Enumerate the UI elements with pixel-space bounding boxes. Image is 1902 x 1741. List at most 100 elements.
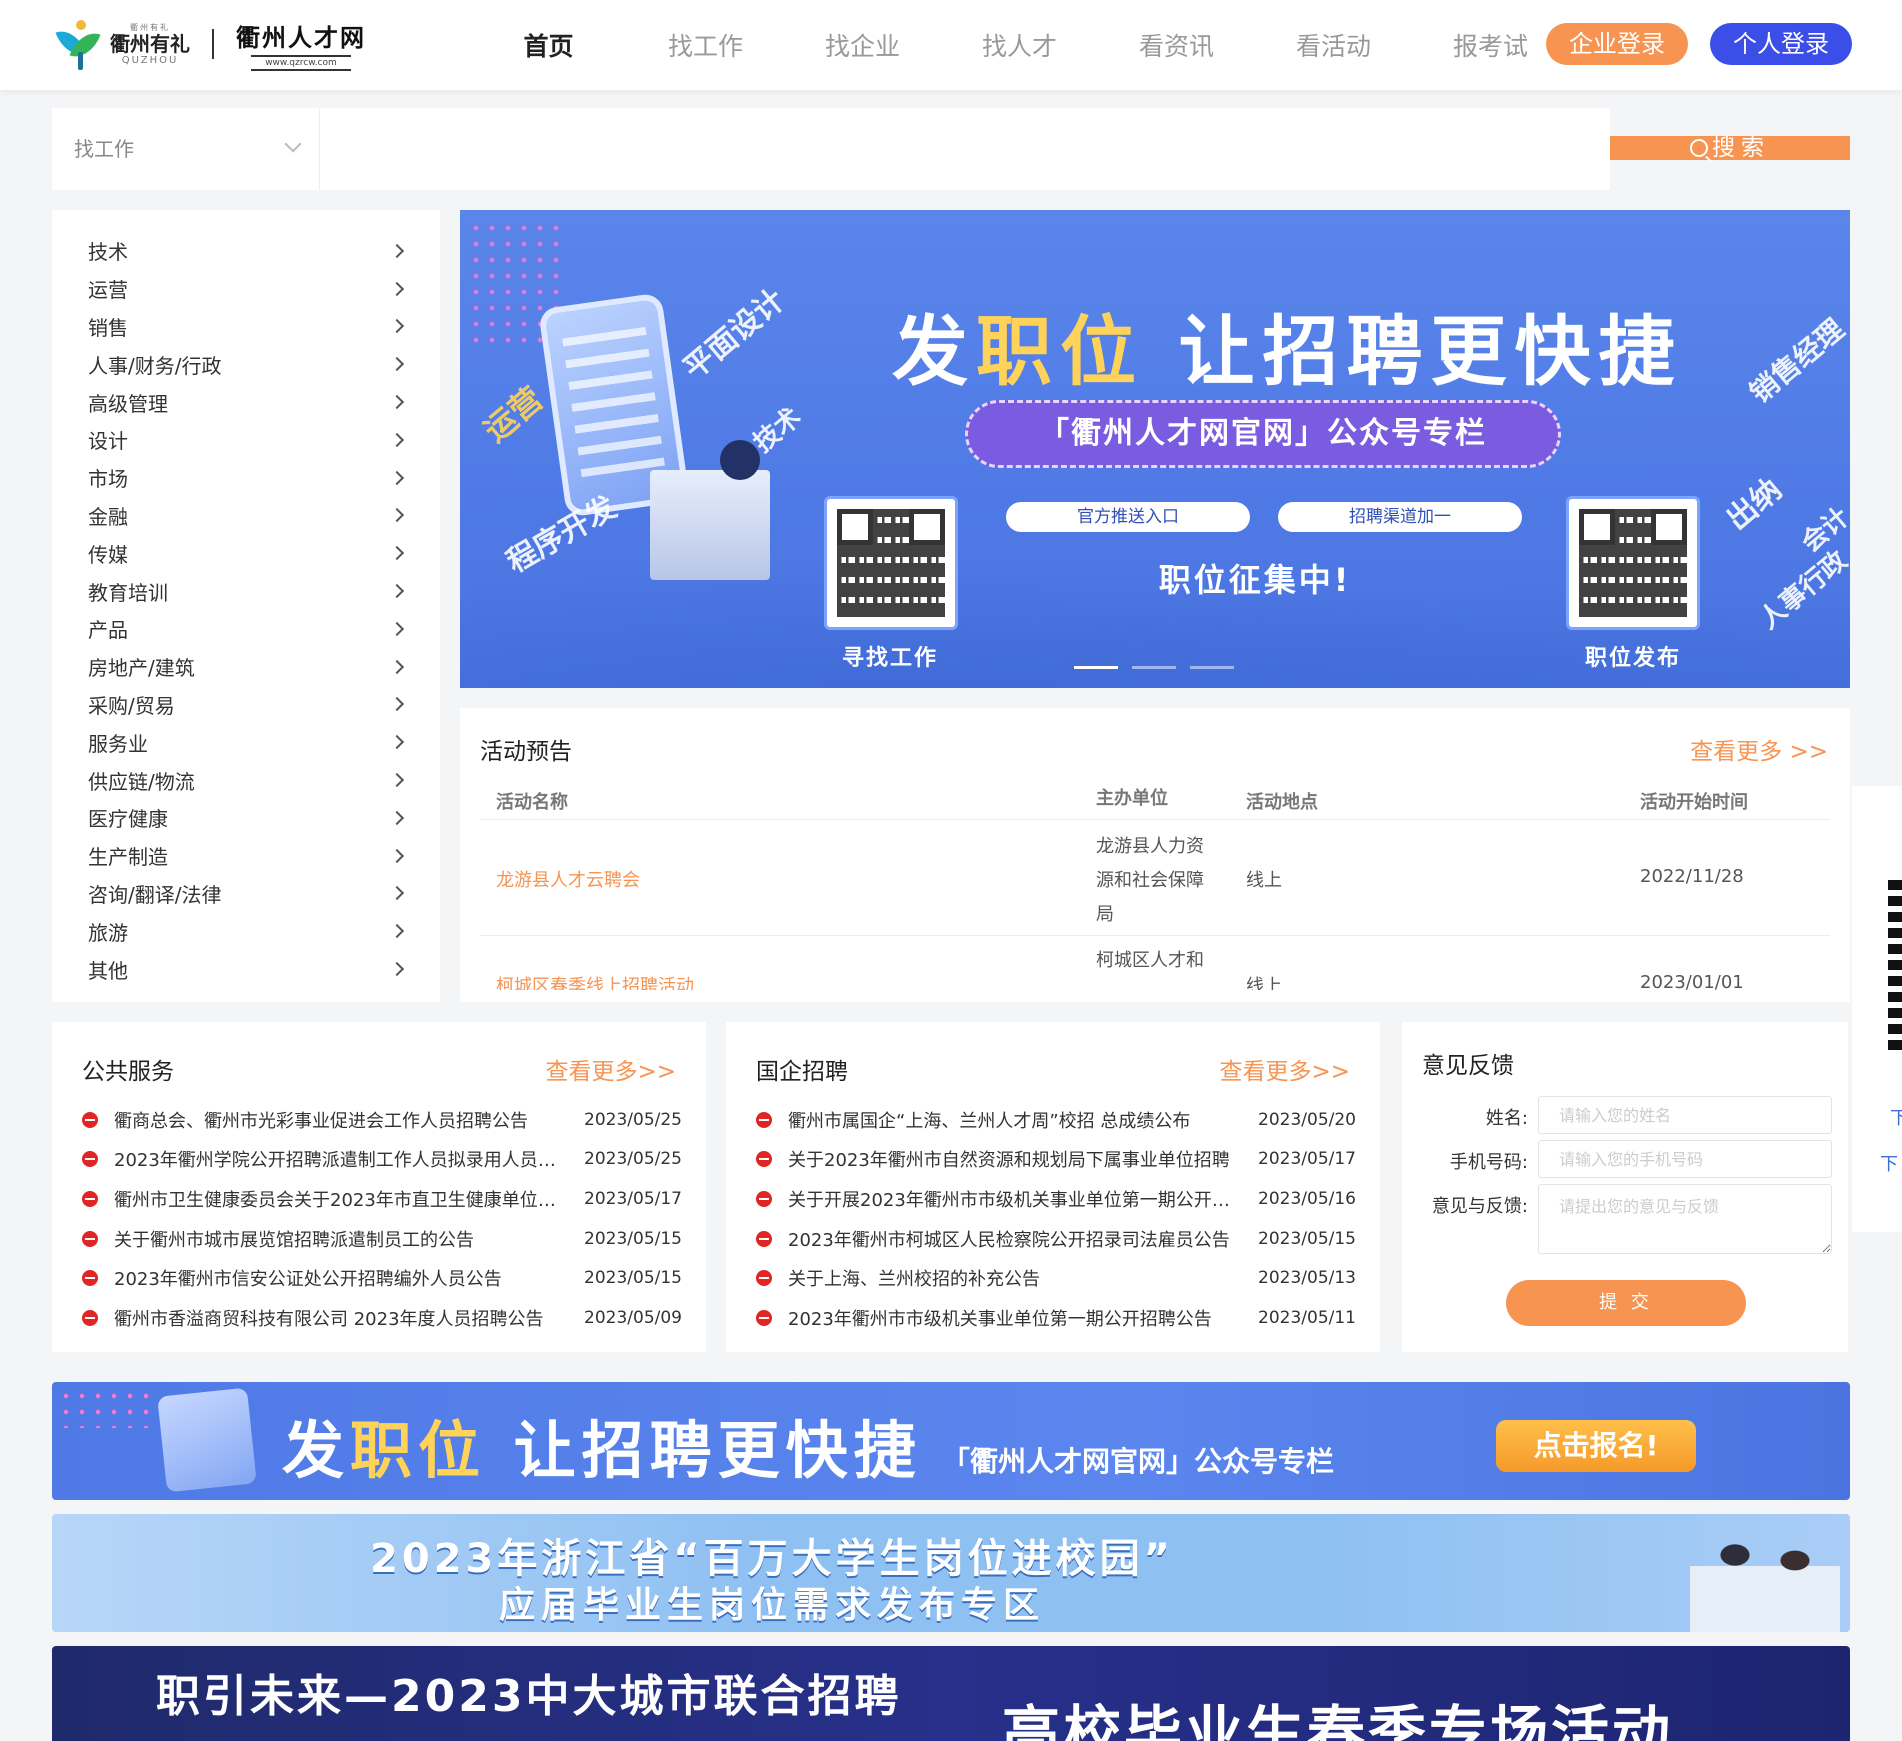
new-badge-icon — [82, 1151, 98, 1168]
new-badge-icon — [82, 1111, 98, 1128]
news-title[interactable]: 2023年衢州市市级机关事业单位第一期公开招聘公告 — [788, 1305, 1230, 1331]
sidebar-category-item[interactable]: 咨询/翻译/法律 — [52, 875, 440, 913]
sidebar-category-item[interactable]: 服务业 — [52, 723, 440, 761]
carousel-dot[interactable] — [1132, 666, 1176, 669]
sidebar-category-item[interactable]: 房地产/建筑 — [52, 648, 440, 686]
sidebar-category-item[interactable]: 采购/贸易 — [52, 686, 440, 724]
list-item[interactable]: 关于2023年衢州市自然资源和规划局下属事业单位招聘 2023/05/17 — [756, 1140, 1356, 1180]
nav-find-company[interactable]: 找企业 — [784, 0, 941, 90]
public-service-more-link[interactable]: 查看更多>> — [545, 1052, 676, 1086]
float-download-text[interactable]: 下 — [1890, 1104, 1902, 1130]
news-title[interactable]: 关于2023年衢州市自然资源和规划局下属事业单位招聘 — [788, 1146, 1230, 1172]
news-title[interactable]: 2023年衢州市信安公证处公开招聘编外人员公告 — [114, 1265, 556, 1291]
company-login-button[interactable]: 企业登录 — [1546, 23, 1688, 65]
new-badge-icon — [756, 1230, 772, 1247]
phone-input[interactable] — [1538, 1140, 1832, 1178]
news-title[interactable]: 关于开展2023年衢州市市级机关事业单位第一期公开招聘 — [788, 1186, 1230, 1212]
news-title[interactable]: 衢州市属国企“上海、兰州人才周”校招 总成绩公布 — [788, 1107, 1230, 1133]
list-item[interactable]: 衢商总会、衢州市光彩事业促进会工作人员招聘公告 2023/05/25 — [82, 1100, 682, 1140]
list-item[interactable]: 衢州市卫生健康委员会关于2023年市直卫生健康单位公开招聘 2023/05/17 — [82, 1179, 682, 1219]
chevron-right-icon — [389, 470, 405, 485]
hero-banner[interactable]: 平面设计 运营 技术 程序开发 销售经理 出纳 会计 人事行政 发职位 让招聘更… — [460, 210, 1850, 688]
search-input[interactable] — [322, 108, 1592, 190]
banner-tag-channel: 招聘渠道加一 — [1278, 502, 1522, 532]
list-item[interactable]: 关于开展2023年衢州市市级机关事业单位第一期公开招聘 2023/05/16 — [756, 1179, 1356, 1219]
carousel-dot[interactable] — [1190, 666, 1234, 669]
soe-recruitment-panel: 国企招聘 查看更多>> 衢州市属国企“上海、兰州人才周”校招 总成绩公布 2023… — [726, 1022, 1380, 1352]
city-banner-line1: 职引未来—2023中大城市联合招聘 — [156, 1671, 902, 1722]
list-item[interactable]: 关于上海、兰州校招的补充公告 2023/05/13 — [756, 1258, 1356, 1298]
float-download-text-2[interactable]: 下 — [1880, 1150, 1898, 1176]
sidebar-category-item[interactable]: 运营 — [52, 270, 440, 308]
public-service-title: 公共服务 — [82, 1059, 174, 1085]
sidebar-category-item[interactable]: 旅游 — [52, 912, 440, 950]
activity-name[interactable]: 龙游县人才云聘会 — [496, 866, 640, 892]
sidebar-category-item[interactable]: 产品 — [52, 610, 440, 648]
news-title[interactable]: 2023年衢州市柯城区人民检察院公开招录司法雇员公告 — [788, 1226, 1230, 1252]
list-item[interactable]: 衢州市香溢商贸科技有限公司 2023年度人员招聘公告 2023/05/09 — [82, 1298, 682, 1338]
sidebar-category-item[interactable]: 市场 — [52, 459, 440, 497]
post-job-banner-subtitle: 「衢州人才网官网」公众号专栏 — [942, 1445, 1335, 1478]
sidebar-category-item[interactable]: 设计 — [52, 421, 440, 459]
nav-home[interactable]: 首页 — [470, 0, 627, 90]
activity-name[interactable]: 柯城区春季线上招聘活动 — [496, 972, 694, 990]
search-button[interactable]: 搜索 — [1610, 136, 1850, 160]
list-item[interactable]: 2023年衢州市信安公证处公开招聘编外人员公告 2023/05/15 — [82, 1258, 682, 1298]
sidebar-category-item[interactable]: 高级管理 — [52, 383, 440, 421]
chevron-right-icon — [389, 319, 405, 334]
nav-find-talent[interactable]: 找人才 — [941, 0, 1098, 90]
sidebar-category-item[interactable]: 医疗健康 — [52, 799, 440, 837]
public-service-panel: 公共服务 查看更多>> 衢商总会、衢州市光彩事业促进会工作人员招聘公告 2023/… — [52, 1022, 706, 1352]
chevron-right-icon — [389, 583, 405, 599]
activity-more-link[interactable]: 查看更多 >> — [1690, 732, 1828, 766]
sidebar-category-item[interactable]: 生产制造 — [52, 837, 440, 875]
table-row[interactable]: 柯城区春季线上招聘活动 柯城区人才和 线上 2023/01/01 — [480, 944, 1830, 990]
sidebar-category-item[interactable]: 其他 — [52, 950, 440, 988]
search-category-select[interactable]: 找工作 — [52, 108, 320, 190]
list-item[interactable]: 衢州市属国企“上海、兰州人才周”校招 总成绩公布 2023/05/20 — [756, 1100, 1356, 1140]
personal-login-button[interactable]: 个人登录 — [1710, 23, 1852, 65]
nav-news[interactable]: 看资讯 — [1098, 0, 1255, 90]
nav-events[interactable]: 看活动 — [1255, 0, 1412, 90]
city-joint-recruitment-banner[interactable]: 职引未来—2023中大城市联合招聘 高校毕业生春季专场活动 — [52, 1646, 1850, 1741]
news-title[interactable]: 关于上海、兰州校招的补充公告 — [788, 1265, 1230, 1291]
students-illustration — [1690, 1522, 1840, 1632]
sidebar-category-label: 技术 — [88, 240, 128, 265]
news-date: 2023/05/09 — [584, 1307, 682, 1328]
signup-button[interactable]: 点击报名! — [1496, 1420, 1696, 1472]
post-job-banner[interactable]: 发职位 让招聘更快捷 「衢州人才网官网」公众号专栏 点击报名! — [52, 1382, 1850, 1500]
site-logo[interactable]: 衢州有礼 衢州有礼 QUZHOU 衢州人才网 www.qzrcw.com — [55, 16, 366, 72]
table-row[interactable]: 龙游县人才云聘会 龙游县人力资源和社会保障局 线上 2022/11/28 — [480, 826, 1830, 936]
opinion-textarea[interactable] — [1538, 1184, 1832, 1254]
new-badge-icon — [82, 1270, 98, 1287]
list-item[interactable]: 2023年衢州市柯城区人民检察院公开招录司法雇员公告 2023/05/15 — [756, 1219, 1356, 1259]
list-item[interactable]: 关于衢州市城市展览馆招聘派遣制员工的公告 2023/05/15 — [82, 1219, 682, 1259]
news-title[interactable]: 关于衢州市城市展览馆招聘派遣制员工的公告 — [114, 1226, 556, 1252]
sidebar-category-item[interactable]: 销售 — [52, 308, 440, 346]
sidebar-category-label: 传媒 — [88, 542, 128, 567]
soe-more-link[interactable]: 查看更多>> — [1219, 1052, 1350, 1086]
carousel-indicators — [1074, 666, 1234, 669]
sidebar-category-item[interactable]: 供应链/物流 — [52, 761, 440, 799]
name-input[interactable] — [1538, 1096, 1832, 1134]
feedback-name-row: 姓名: — [1422, 1096, 1832, 1134]
news-date: 2023/05/20 — [1258, 1109, 1356, 1130]
news-title[interactable]: 衢州市香溢商贸科技有限公司 2023年度人员招聘公告 — [114, 1305, 556, 1331]
list-item[interactable]: 2023年衢州市市级机关事业单位第一期公开招聘公告 2023/05/11 — [756, 1298, 1356, 1338]
sidebar-category-item[interactable]: 技术 — [52, 232, 440, 270]
campus-jobs-banner[interactable]: 2023年浙江省“百万大学生岗位进校园” 应届毕业生岗位需求发布专区 — [52, 1514, 1850, 1632]
news-title[interactable]: 2023年衢州学院公开招聘派遣制工作人员拟录用人员公示 — [114, 1146, 556, 1172]
post-job-banner-title: 发职位 让招聘更快捷 — [282, 1414, 922, 1487]
nav-find-job[interactable]: 找工作 — [627, 0, 784, 90]
feedback-submit-button[interactable]: 提 交 — [1506, 1280, 1746, 1326]
sidebar-category-item[interactable]: 教育培训 — [52, 572, 440, 610]
chevron-right-icon — [389, 735, 405, 750]
sidebar-category-item[interactable]: 传媒 — [52, 534, 440, 572]
carousel-dot[interactable] — [1074, 666, 1118, 669]
sidebar-category-item[interactable]: 金融 — [52, 497, 440, 535]
floating-side-panel[interactable]: 下 下 — [1852, 786, 1902, 1232]
news-title[interactable]: 衢州市卫生健康委员会关于2023年市直卫生健康单位公开招聘 — [114, 1186, 556, 1212]
list-item[interactable]: 2023年衢州学院公开招聘派遣制工作人员拟录用人员公示 2023/05/25 — [82, 1140, 682, 1180]
sidebar-category-item[interactable]: 人事/财务/行政 — [52, 345, 440, 383]
news-title[interactable]: 衢商总会、衢州市光彩事业促进会工作人员招聘公告 — [114, 1107, 556, 1133]
